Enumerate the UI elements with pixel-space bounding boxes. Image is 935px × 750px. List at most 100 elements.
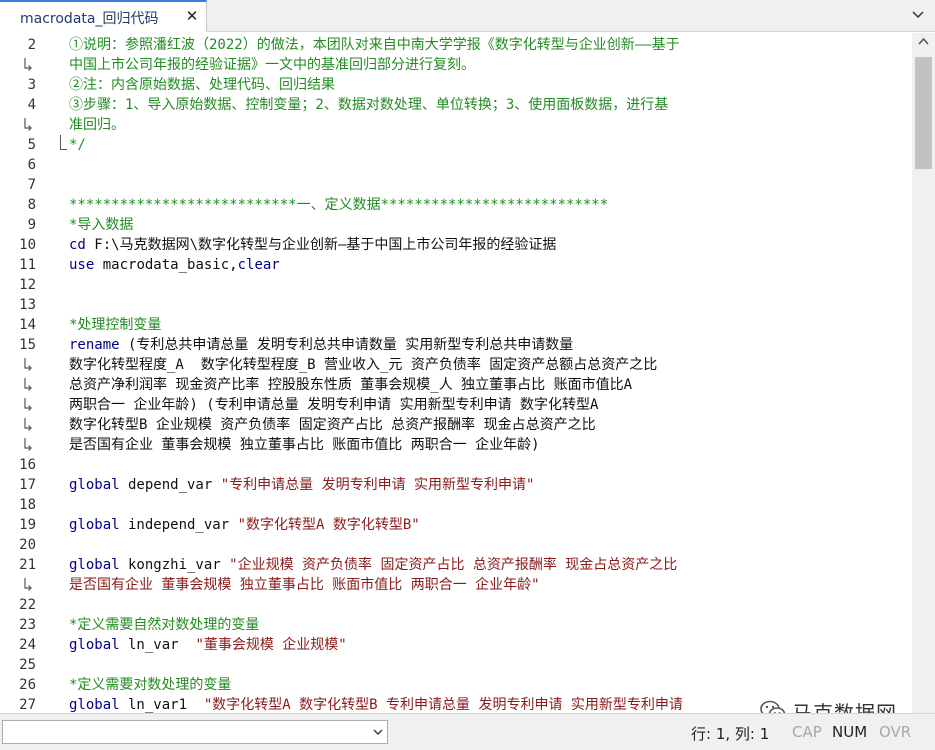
line-number: 17	[19, 477, 36, 493]
wrap-arrow-icon	[24, 118, 32, 131]
line-number: 18	[19, 497, 36, 513]
code-text: global ln_var1 "数字化转型A 数字化转型B 专利申请总量 发明专…	[69, 695, 683, 713]
line-number: 25	[19, 657, 36, 673]
wrap-arrow-icon	[24, 358, 32, 371]
wrap-arrow-icon	[24, 438, 32, 451]
keyword-token: cd	[69, 237, 86, 253]
comment-token: ***************************一、定义数据*******…	[69, 197, 609, 213]
line-number: 2	[27, 37, 36, 53]
code-line: 24 global ln_var "董事会规模 企业规模"	[0, 635, 912, 655]
code-line: 6	[0, 155, 912, 175]
comment-token: *导入数据	[69, 217, 134, 233]
code-line: 9 *导入数据	[0, 215, 912, 235]
line-number: 5	[27, 137, 36, 153]
code-token: 是否国有企业 董事会规模 独立董事占比 账面市值比 两职合一 企业年龄)	[69, 437, 540, 453]
code-text: ①说明：参照潘红波（2022）的做法，本团队对来自中南大学学报《数字化转型与企业…	[69, 35, 680, 55]
comment-token: ③步骤：1、导入原始数据、控制变量；2、数据对数处理、单位转换；3、使用面板数据…	[69, 97, 669, 113]
code-line: 17 global depend_var "专利申请总量 发明专利申请 实用新型专…	[0, 475, 912, 495]
command-dropdown[interactable]	[2, 720, 388, 744]
code-line: 10 cd F:\马克数据网\数字化转型与企业创新—基于中国上市公司年报的经验证据	[0, 235, 912, 255]
code-line: 8 ***************************一、定义数据******…	[0, 195, 912, 215]
code-text: *定义需要自然对数处理的变量	[69, 615, 259, 635]
keyword-token: global	[69, 477, 120, 493]
line-number: 8	[27, 197, 36, 213]
code-line: 准回归。	[0, 115, 912, 135]
comment-token: *处理控制变量	[69, 317, 162, 333]
overwrite-indicator: OVR	[879, 723, 912, 741]
comment-token: *定义需要对数处理的变量	[69, 677, 232, 693]
line-number: 10	[19, 237, 36, 253]
keyword-token: global	[69, 557, 120, 573]
code-line: 15 rename (专利总共申请总量 发明专利总共申请数量 实用新型专利总共申请…	[0, 335, 912, 355]
code-text: *定义需要对数处理的变量	[69, 675, 231, 695]
code-token: 两职合一 企业年龄) (专利申请总量 发明专利申请 实用新型专利申请 数字化转型…	[69, 397, 599, 413]
scrollbar-thumb[interactable]	[915, 57, 932, 169]
keyword-token: global	[69, 697, 120, 713]
line-number: 26	[19, 677, 36, 693]
line-number: 21	[19, 557, 36, 573]
wrap-arrow-icon	[24, 398, 32, 411]
code-line: 2 ①说明：参照潘红波（2022）的做法，本团队对来自中南大学学报《数字化转型与企…	[0, 35, 912, 55]
string-token: 是否国有企业 董事会规模 独立董事占比 账面市值比 两职合一 企业年龄"	[69, 577, 540, 593]
code-text: use macrodata_basic,clear	[69, 255, 280, 275]
code-line: 数字化转型程度_A 数字化转型程度_B 营业收入_元 资产负债率 固定资产总额占…	[0, 355, 912, 375]
line-number: 14	[19, 317, 36, 333]
line-number: 13	[19, 297, 36, 313]
code-text: *处理控制变量	[69, 315, 161, 335]
code-line: 26 *定义需要对数处理的变量	[0, 675, 912, 695]
comment-token: *定义需要自然对数处理的变量	[69, 617, 260, 633]
line-number: 11	[19, 257, 36, 273]
vertical-scrollbar[interactable]	[912, 33, 935, 713]
code-line: 是否国有企业 董事会规模 独立董事占比 账面市值比 两职合一 企业年龄"	[0, 575, 912, 595]
code-token: independ_var	[119, 517, 238, 533]
code-line: 两职合一 企业年龄) (专利申请总量 发明专利申请 实用新型专利申请 数字化转型…	[0, 395, 912, 415]
tab-macrodata[interactable]: macrodata_回归代码 ✕	[0, 0, 207, 32]
line-number: 16	[19, 457, 36, 473]
line-number: 24	[19, 637, 36, 653]
line-number: 9	[27, 217, 36, 233]
code-text: *导入数据	[69, 215, 133, 235]
code-line: 12	[0, 275, 912, 295]
code-line: 21 global kongzhi_var "企业规模 资产负债率 固定资产占比 …	[0, 555, 912, 575]
code-text: 数字化转型程度_A 数字化转型程度_B 营业收入_元 资产负债率 固定资产总额占…	[69, 355, 657, 375]
num-lock-indicator: NUM	[832, 723, 868, 741]
comment-token: ①说明：参照潘红波（2022）的做法，本团队对来自中南大学学报《数字化转型与企业…	[69, 37, 680, 53]
line-number: 12	[19, 277, 36, 293]
scroll-up-icon[interactable]	[918, 37, 929, 45]
line-number: 15	[19, 337, 36, 353]
line-number: 27	[19, 697, 36, 713]
code-text: 数字化转型B 企业规模 资产负债率 固定资产占比 总资产报酬率 现金占总资产之比	[69, 415, 596, 435]
code-line: 25	[0, 655, 912, 675]
code-line: 3 ②注：内含原始数据、处理代码、回归结果	[0, 75, 912, 95]
code-text: 是否国有企业 董事会规模 独立董事占比 账面市值比 两职合一 企业年龄"	[69, 575, 540, 595]
code-text: rename (专利总共申请总量 发明专利总共申请数量 实用新型专利总共申请数量	[69, 335, 573, 355]
chevron-down-icon[interactable]	[911, 8, 925, 22]
keyword-token: global	[69, 517, 120, 533]
line-number: 20	[19, 537, 36, 553]
code-line: 14 *处理控制变量	[0, 315, 912, 335]
wrap-arrow-icon	[24, 378, 32, 391]
status-bar: 行: 1, 列: 1 CAP NUM OVR	[0, 713, 935, 750]
code-editor[interactable]: 2 ①说明：参照潘红波（2022）的做法，本团队对来自中南大学学报《数字化转型与企…	[0, 33, 912, 713]
code-text: ③步骤：1、导入原始数据、控制变量；2、数据对数处理、单位转换；3、使用面板数据…	[69, 95, 668, 115]
keyword-token: global	[69, 637, 120, 653]
string-token: "企业规模 资产负债率 固定资产占比 总资产报酬率 现金占总资产之比	[229, 557, 678, 573]
code-line: 19 global independ_var "数字化转型A 数字化转型B"	[0, 515, 912, 535]
code-token: ln_var	[119, 637, 196, 653]
wrap-arrow-icon	[24, 418, 32, 431]
caps-lock-indicator: CAP	[792, 723, 822, 741]
cursor-position: 行: 1, 列: 1	[691, 725, 770, 743]
line-number: 22	[19, 597, 36, 613]
keyword-token: rename	[69, 337, 120, 353]
code-text: cd F:\马克数据网\数字化转型与企业创新—基于中国上市公司年报的经验证据	[69, 235, 556, 255]
line-number: 6	[27, 157, 36, 173]
string-token: "董事会规模 企业规模"	[195, 637, 347, 653]
code-line: 4 ③步骤：1、导入原始数据、控制变量；2、数据对数处理、单位转换；3、使用面板数…	[0, 95, 912, 115]
string-token: "专利申请总量 发明专利申请 实用新型专利申请"	[220, 477, 535, 493]
code-line: 5 */	[0, 135, 912, 155]
tab-bar: macrodata_回归代码 ✕	[0, 0, 935, 32]
code-text: */	[69, 135, 86, 155]
chevron-down-icon[interactable]	[373, 728, 383, 736]
code-line: 13	[0, 295, 912, 315]
close-icon[interactable]: ✕	[183, 7, 201, 25]
